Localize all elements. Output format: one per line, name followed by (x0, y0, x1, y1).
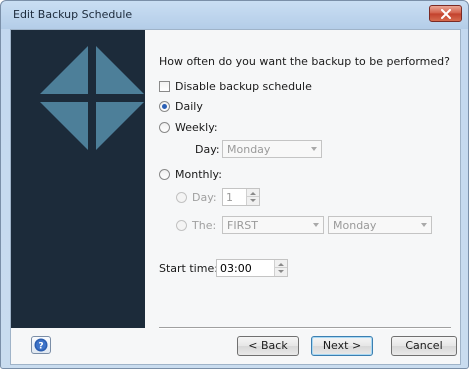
wizard-banner (11, 30, 145, 328)
back-button[interactable]: < Back (237, 336, 299, 356)
monthly-the-radio[interactable] (176, 220, 187, 231)
monthly-ordinal-value: FIRST (227, 219, 258, 232)
monthly-label: Monthly: (175, 168, 222, 181)
weekly-day-value: Monday (227, 143, 271, 156)
start-time-row: Start time: (159, 262, 218, 275)
chevron-down-icon (421, 223, 427, 227)
start-time-input[interactable]: 03:00 (216, 259, 288, 277)
window-title: Edit Backup Schedule (13, 8, 133, 21)
monthly-option[interactable]: Monthly: (159, 168, 222, 181)
close-icon (441, 9, 451, 19)
disable-schedule-label: Disable backup schedule (175, 80, 312, 93)
next-button[interactable]: Next > (311, 336, 373, 356)
monthly-day-label: Day: (192, 191, 217, 204)
svg-text:?: ? (38, 342, 43, 352)
monthly-day-option[interactable]: Day: (176, 191, 217, 204)
frequency-question: How often do you want the backup to be p… (159, 55, 450, 68)
dialog-window: Edit Backup Schedule How often do you wa… (0, 0, 469, 369)
start-time-spin-buttons[interactable] (274, 260, 287, 276)
monthly-the-label: The: (192, 219, 217, 232)
dialog-client-area: How often do you want the backup to be p… (10, 29, 461, 365)
daily-option[interactable]: Daily (159, 100, 203, 113)
monthly-weekday-select[interactable]: Monday (328, 216, 432, 234)
button-separator (159, 327, 451, 329)
weekly-label: Weekly: (175, 121, 218, 134)
daily-label: Daily (175, 100, 203, 113)
weekly-day-label: Day: (195, 143, 220, 156)
spin-up-icon (278, 263, 284, 266)
weekly-day-label-row: Day: (195, 143, 220, 156)
daily-radio[interactable] (159, 101, 170, 112)
weekly-day-select[interactable]: Monday (222, 140, 322, 158)
spin-down-icon (278, 270, 284, 273)
monthly-day-radio[interactable] (176, 192, 187, 203)
disable-schedule-option[interactable]: Disable backup schedule (159, 80, 312, 93)
monthly-radio[interactable] (159, 169, 170, 180)
weekly-radio[interactable] (159, 122, 170, 133)
monthly-day-spin-buttons[interactable] (246, 189, 259, 205)
weekly-option[interactable]: Weekly: (159, 121, 218, 134)
cancel-button[interactable]: Cancel (391, 336, 457, 356)
chevron-down-icon (313, 223, 319, 227)
start-time-label: Start time: (159, 262, 218, 275)
help-icon: ? (34, 338, 48, 352)
help-button[interactable]: ? (31, 336, 51, 354)
monthly-ordinal-select[interactable]: FIRST (222, 216, 324, 234)
spin-down-icon (250, 199, 256, 202)
diamond-cross-logo (40, 46, 144, 150)
monthly-day-stepper[interactable]: 1 (222, 188, 260, 206)
monthly-day-value: 1 (226, 191, 233, 204)
monthly-weekday-value: Monday (333, 219, 377, 232)
spin-up-icon (250, 192, 256, 195)
close-button[interactable] (429, 5, 462, 22)
chevron-down-icon (311, 147, 317, 151)
start-time-value: 03:00 (220, 262, 252, 275)
schedule-form: How often do you want the backup to be p… (159, 30, 459, 330)
title-bar[interactable]: Edit Backup Schedule (1, 1, 468, 28)
monthly-the-option[interactable]: The: (176, 219, 216, 232)
disable-schedule-checkbox[interactable] (159, 81, 170, 92)
